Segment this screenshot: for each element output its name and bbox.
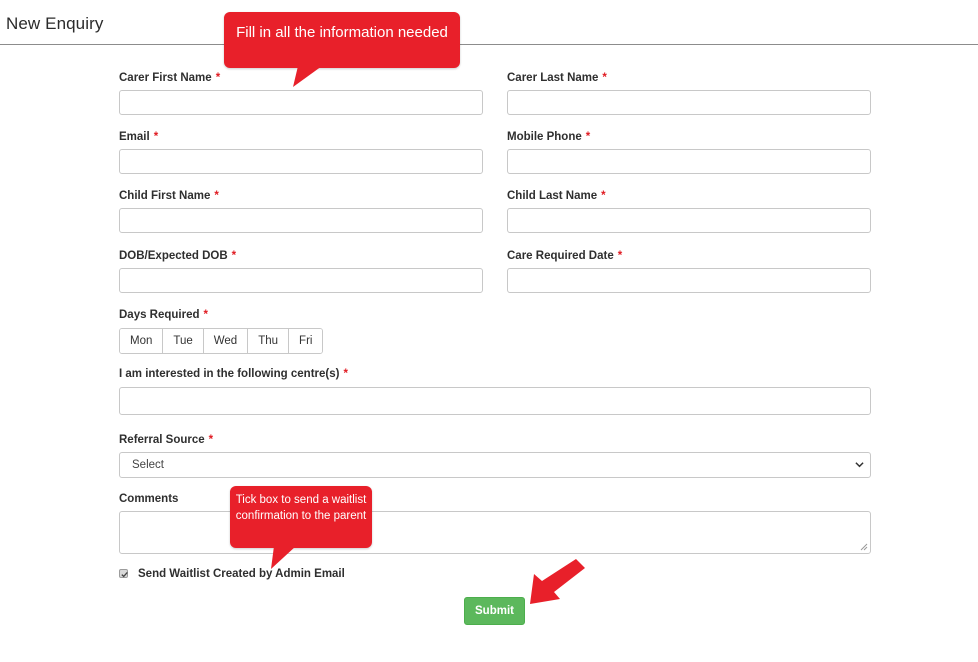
- required-marker: *: [617, 250, 623, 262]
- required-marker: *: [208, 434, 214, 446]
- required-marker: *: [215, 72, 221, 84]
- carer-last-name-input[interactable]: [507, 90, 871, 115]
- day-mon-button[interactable]: Mon: [120, 329, 164, 353]
- care-required-date-input[interactable]: [507, 268, 871, 293]
- email-input[interactable]: [119, 149, 483, 174]
- resize-grip-icon[interactable]: [860, 543, 868, 551]
- referral-source-select[interactable]: Select: [119, 452, 871, 478]
- child-first-name-label: Child First Name *: [119, 190, 219, 202]
- days-required-label: Days Required *: [119, 309, 209, 321]
- callout-pointer-icon: [271, 546, 296, 569]
- fill-info-callout: Fill in all the information needed: [224, 12, 460, 68]
- submit-button[interactable]: Submit: [464, 597, 525, 625]
- required-marker: *: [601, 190, 606, 202]
- carer-first-name-label: Carer First Name *: [119, 72, 221, 84]
- referral-source-selected: Select: [132, 459, 164, 471]
- required-marker: *: [602, 72, 607, 84]
- required-marker: *: [585, 131, 591, 143]
- send-waitlist-label[interactable]: Send Waitlist Created by Admin Email: [138, 568, 345, 580]
- child-last-name-label: Child Last Name *: [507, 190, 606, 202]
- centres-input[interactable]: [119, 387, 871, 415]
- checkmark-icon: [121, 571, 128, 578]
- child-first-name-input[interactable]: [119, 208, 483, 233]
- send-waitlist-checkbox[interactable]: [119, 569, 128, 578]
- page-title: New Enquiry: [6, 14, 104, 33]
- tick-box-callout: Tick box to send a waitlist confirmation…: [230, 486, 372, 548]
- carer-last-name-label: Carer Last Name *: [507, 72, 607, 84]
- dob-input[interactable]: [119, 268, 483, 293]
- required-marker: *: [203, 309, 209, 321]
- title-divider: [0, 44, 978, 45]
- comments-label: Comments: [119, 493, 179, 505]
- callout-pointer-icon: [293, 66, 322, 87]
- carer-first-name-input[interactable]: [119, 90, 483, 115]
- days-required-group: Mon Tue Wed Thu Fri: [119, 328, 324, 354]
- required-marker: *: [343, 368, 348, 380]
- required-marker: *: [153, 131, 159, 143]
- email-label: Email *: [119, 131, 159, 143]
- arrow-pointer-icon: [530, 559, 585, 604]
- day-wed-button[interactable]: Wed: [203, 329, 249, 353]
- child-last-name-input[interactable]: [507, 208, 871, 233]
- centres-label: I am interested in the following centre(…: [119, 368, 348, 380]
- chevron-down-icon: [855, 462, 864, 468]
- required-marker: *: [231, 250, 237, 262]
- day-tue-button[interactable]: Tue: [163, 329, 204, 353]
- day-thu-button[interactable]: Thu: [248, 329, 290, 353]
- dob-label: DOB/Expected DOB *: [119, 250, 237, 262]
- care-required-date-label: Care Required Date *: [507, 250, 623, 262]
- required-marker: *: [214, 190, 219, 202]
- mobile-phone-input[interactable]: [507, 149, 871, 174]
- day-fri-button[interactable]: Fri: [289, 329, 323, 353]
- mobile-phone-label: Mobile Phone *: [507, 131, 591, 143]
- referral-source-label: Referral Source *: [119, 434, 214, 446]
